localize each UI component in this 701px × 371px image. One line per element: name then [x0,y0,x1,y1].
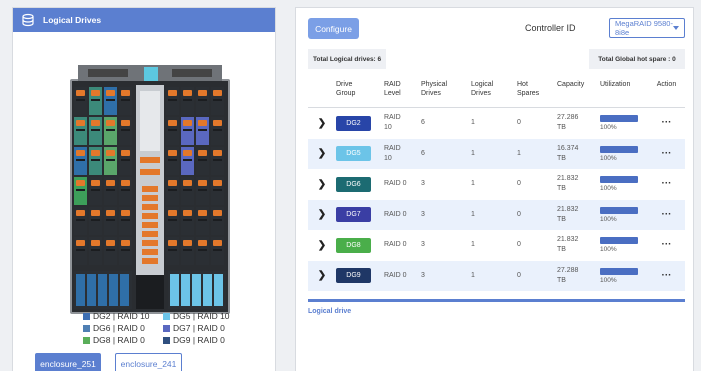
more-actions-icon[interactable]: ··· [648,209,685,219]
total-global-hot-spare: Total Global hot spare : 0 [589,49,685,69]
logical-drives-table-panel: Configure Controller ID MegaRAID 9580-8i… [295,7,694,371]
header-raid-level: RAID Level [384,81,401,97]
hot-spares-cell: 1 [517,149,521,157]
caret-down-icon [673,26,679,30]
utilization-bar [600,267,638,275]
expand-chevron-icon[interactable]: ❯ [308,179,336,190]
panel-title: Logical Drives [43,15,102,25]
hot-spares-cell: 0 [517,119,521,127]
more-actions-icon[interactable]: ··· [648,179,685,189]
table-row[interactable]: ❯ DG6 RAID 0 3 1 0 21.832 TB 100% ··· [308,169,685,200]
enclosure-rack-image [68,61,232,316]
raid-level-cell: RAID 10 [384,114,401,132]
table-row[interactable]: ❯ DG5 RAID 10 6 1 1 16.374 TB 100% ··· [308,138,685,169]
more-actions-icon[interactable]: ··· [648,270,685,280]
logical-drives-cell: 1 [471,180,475,188]
logical-drives-cell: 1 [471,271,475,279]
utilization-cell: 100% [600,115,648,131]
header-action: Action [656,81,677,88]
capacity-cell: 21.832 TB [557,205,579,223]
legend-item: DG7 | RAID 0 [163,323,233,333]
total-logical-drives: Total Logical drives: 6 [308,49,386,69]
physical-drives-cell: 3 [421,210,425,218]
physical-drives-cell: 3 [421,271,425,279]
logical-drives-table: Drive Group RAID Level Physical Drives Logi… [308,78,685,291]
utilization-bar [600,206,638,214]
utilization-cell: 100% [600,206,648,223]
legend-item: DG9 | RAID 0 [163,335,233,345]
logical-drives-cell: 1 [471,119,475,127]
physical-drives-cell: 3 [421,180,425,188]
drive-group-badge: DG9 [336,268,371,284]
drive-group-badge: DG6 [336,176,371,192]
panel-header: Logical Drives [13,8,275,32]
controller-select[interactable]: MegaRAID 9580-8i8e [609,18,685,38]
utilization-bar [600,115,638,123]
logical-drives-cell: 1 [471,210,475,218]
logical-drives-panel: Logical Drives DG2 | RAID 10 DG5 | RAID … [12,7,276,371]
utilization-cell: 100% [600,267,648,284]
legend-item: DG6 | RAID 0 [83,323,163,333]
configure-button[interactable]: Configure [308,18,359,39]
expand-chevron-icon[interactable]: ❯ [308,240,336,251]
raid-level-cell: RAID 0 [384,180,407,188]
expand-chevron-icon[interactable]: ❯ [308,209,336,220]
table-row[interactable]: ❯ DG8 RAID 0 3 1 0 21.832 TB 100% ··· [308,230,685,261]
more-actions-icon[interactable]: ··· [648,118,685,128]
utilization-bar [600,176,638,184]
capacity-cell: 16.374 TB [557,144,579,162]
drive-group-badge: DG2 [336,115,371,131]
legend-item: DG2 | RAID 10 [83,311,163,321]
raid-level-cell: RAID 0 [384,210,407,218]
raid-level-cell: RAID 10 [384,144,401,162]
hot-spares-cell: 0 [517,271,521,279]
capacity-cell: 21.832 TB [557,236,579,254]
logical-drives-cell: 1 [471,241,475,249]
utilization-bar [600,145,638,153]
logical-drives-cell: 1 [471,149,475,157]
drive-group-legend: DG2 | RAID 10 DG5 | RAID 10 DG6 | RAID 0… [83,310,233,346]
table-row[interactable]: ❯ DG9 RAID 0 3 1 0 27.288 TB 100% ··· [308,260,685,291]
drive-group-badge: DG8 [336,237,371,253]
table-row[interactable]: ❯ DG7 RAID 0 3 1 0 21.832 TB 100% ··· [308,199,685,230]
legend-item: DG8 | RAID 0 [83,335,163,345]
hot-spares-cell: 0 [517,241,521,249]
expand-chevron-icon[interactable]: ❯ [308,148,336,159]
raid-level-cell: RAID 0 [384,241,407,249]
database-icon [21,13,35,27]
physical-drives-cell: 6 [421,149,425,157]
capacity-cell: 21.832 TB [557,175,579,193]
raid-level-cell: RAID 0 [384,271,407,279]
hot-spares-cell: 0 [517,180,521,188]
header-utilization: Utilization [600,81,631,88]
logical-drive-link[interactable]: Logical drive [308,308,351,315]
hot-spares-cell: 0 [517,210,521,218]
header-capacity: Capacity [557,81,585,88]
header-physical-drives: Physical Drives [421,81,448,97]
capacity-cell: 27.286 TB [557,114,579,132]
expand-chevron-icon[interactable]: ❯ [308,270,336,281]
more-actions-icon[interactable]: ··· [648,240,685,250]
utilization-bar [600,237,638,245]
more-actions-icon[interactable]: ··· [648,148,685,158]
footer-divider [308,299,685,302]
controller-id-label: Controller ID [525,23,576,33]
header-hot-spares: Hot Spares [517,81,540,97]
drive-group-badge: DG5 [336,146,371,162]
utilization-cell: 100% [600,237,648,253]
capacity-cell: 27.288 TB [557,266,579,284]
header-drive-group: Drive Group [336,81,356,97]
table-header: Drive Group RAID Level Physical Drives Logi… [308,78,685,108]
physical-drives-cell: 6 [421,119,425,127]
expand-chevron-icon[interactable]: ❯ [308,118,336,129]
enclosure-251-button[interactable]: enclosure_251 [35,353,101,371]
table-row[interactable]: ❯ DG2 RAID 10 6 1 0 27.286 TB 100% ··· [308,108,685,139]
legend-item: DG5 | RAID 10 [163,311,233,321]
physical-drives-cell: 3 [421,241,425,249]
utilization-cell: 100% [600,145,648,162]
drive-group-badge: DG7 [336,207,371,223]
header-logical-drives: Logical Drives [471,81,494,97]
enclosure-241-button[interactable]: enclosure_241 [115,353,182,371]
utilization-cell: 100% [600,176,648,192]
